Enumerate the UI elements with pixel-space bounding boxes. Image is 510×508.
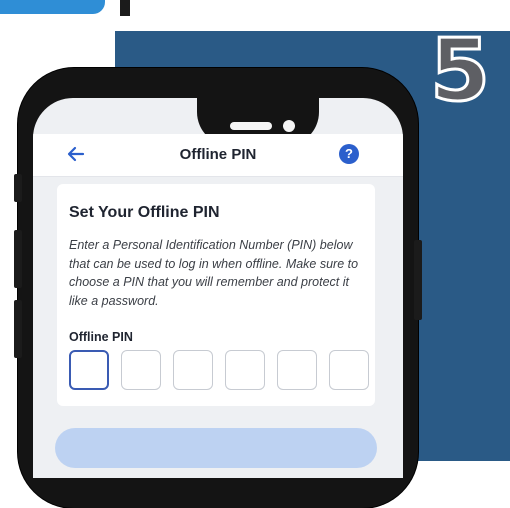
pin-digit-4[interactable] xyxy=(225,350,265,390)
phone-screen: Offline PIN ? Set Your Offline PIN Enter… xyxy=(33,98,403,478)
card-title: Set Your Offline PIN xyxy=(69,204,220,221)
pin-field-label: Offline PIN xyxy=(69,330,133,344)
pin-digit-2[interactable] xyxy=(121,350,161,390)
phone-side-button xyxy=(14,174,22,202)
pin-digit-5[interactable] xyxy=(277,350,317,390)
continue-button[interactable] xyxy=(55,428,377,468)
pin-digit-3[interactable] xyxy=(173,350,213,390)
phone-volume-up-button xyxy=(14,230,22,288)
pin-digit-6[interactable] xyxy=(329,350,369,390)
pin-digit-1[interactable] xyxy=(69,350,109,390)
pin-input-group xyxy=(69,350,369,390)
front-camera xyxy=(283,120,295,132)
pin-card: Set Your Offline PIN Enter a Personal Id… xyxy=(57,184,375,406)
speaker-slot xyxy=(230,122,272,130)
help-button[interactable]: ? xyxy=(339,144,359,164)
question-circle-icon: ? xyxy=(345,146,353,161)
phone-volume-down-button xyxy=(14,300,22,358)
top-left-bar xyxy=(120,0,130,16)
app-header: Offline PIN ? xyxy=(33,134,403,177)
card-description: Enter a Personal Identification Number (… xyxy=(69,238,359,308)
step-number: 5 xyxy=(429,21,492,121)
phone-power-button xyxy=(414,240,422,320)
top-left-panel xyxy=(0,0,105,14)
